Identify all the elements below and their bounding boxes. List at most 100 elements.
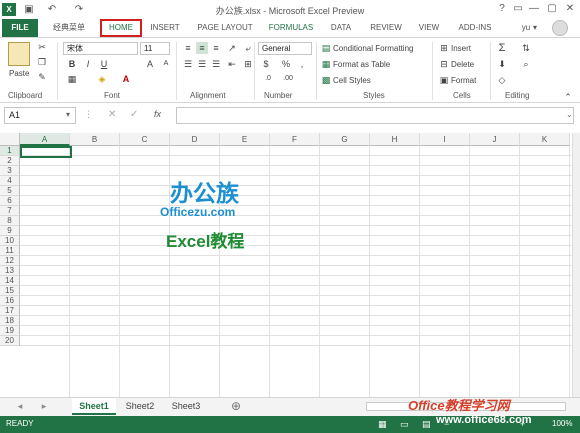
font-name-select[interactable]: 宋体 [63,42,138,55]
row-header-1[interactable]: 1 [0,146,20,156]
column-header-i[interactable]: I [420,133,470,146]
cancel-icon[interactable]: ✕ [108,109,116,120]
row-header-10[interactable]: 10 [0,236,20,246]
row-header-14[interactable]: 14 [0,276,20,286]
tab-file[interactable]: FILE [2,19,38,37]
wrap-text-icon[interactable]: ⤶ [242,42,254,54]
row-header-13[interactable]: 13 [0,266,20,276]
conditional-formatting-button[interactable]: Conditional Formatting [333,42,413,55]
row-header-18[interactable]: 18 [0,316,20,326]
select-all-corner[interactable] [0,133,20,146]
number-format-select[interactable]: General [258,42,312,55]
tab-home[interactable]: HOME [100,19,142,37]
column-header-b[interactable]: B [70,133,120,146]
align-top-icon[interactable]: ≡ [182,42,194,54]
column-header-h[interactable]: H [370,133,420,146]
zoom-level[interactable]: 100% [552,419,572,428]
help-icon[interactable]: ? [494,2,510,16]
row-header-16[interactable]: 16 [0,296,20,306]
format-as-table-button[interactable]: Format as Table [333,58,390,71]
row-header-15[interactable]: 15 [0,286,20,296]
sheet-tab-sheet3[interactable]: Sheet3 [166,398,206,415]
user-dropdown-icon[interactable]: ▾ [530,19,540,37]
font-color-icon[interactable]: A [120,73,132,85]
paste-button[interactable]: Paste [9,67,29,80]
decrease-font-icon[interactable]: A [160,58,172,70]
column-header-d[interactable]: D [170,133,220,146]
borders-icon[interactable]: ▦ [66,73,78,85]
active-cell[interactable] [20,146,72,158]
align-bottom-icon[interactable]: ≡ [210,42,222,54]
enter-icon[interactable]: ✓ [130,109,138,120]
row-header-19[interactable]: 19 [0,326,20,336]
row-header-20[interactable]: 20 [0,336,20,346]
column-header-c[interactable]: C [120,133,170,146]
font-size-select[interactable]: 11 [140,42,170,55]
expand-formula-icon[interactable]: ⌄ [566,110,573,119]
row-header-3[interactable]: 3 [0,166,20,176]
decrease-indent-icon[interactable]: ⇤ [226,58,238,70]
increase-decimal-icon[interactable]: .0 [262,73,274,85]
align-right-icon[interactable]: ☰ [210,58,222,70]
maximize-icon[interactable]: ▢ [544,2,560,16]
percent-icon[interactable]: % [280,58,292,70]
fill-icon[interactable]: ⬇ [496,58,508,70]
sheet-tab-sheet2[interactable]: Sheet2 [120,398,160,415]
tab-classic-menu[interactable]: 经典菜单 [46,19,92,37]
decrease-decimal-icon[interactable]: .00 [282,73,294,85]
close-icon[interactable]: ✕ [562,2,578,16]
row-header-6[interactable]: 6 [0,196,20,206]
page-layout-view-icon[interactable]: ▭ [400,419,409,430]
delete-button[interactable]: Delete [451,58,474,71]
fill-color-icon[interactable]: ◈ [96,73,108,85]
tab-formulas[interactable]: FORMULAS [265,19,317,37]
row-header-11[interactable]: 11 [0,246,20,256]
page-break-view-icon[interactable]: ▤ [422,419,431,430]
underline-icon[interactable]: U [98,58,110,70]
row-header-4[interactable]: 4 [0,176,20,186]
row-header-8[interactable]: 8 [0,216,20,226]
align-center-icon[interactable]: ☰ [196,58,208,70]
column-header-a[interactable]: A [20,133,70,146]
clear-icon[interactable]: ◇ [496,74,508,86]
format-button[interactable]: Format [451,74,476,87]
paste-icon[interactable] [8,42,30,66]
row-header-12[interactable]: 12 [0,256,20,266]
collapse-ribbon-icon[interactable]: ⌃ [562,91,574,103]
bold-icon[interactable]: B [66,58,78,70]
normal-view-icon[interactable]: ▦ [378,419,387,430]
align-middle-icon[interactable]: ≡ [196,42,208,54]
row-header-2[interactable]: 2 [0,156,20,166]
minimize-icon[interactable]: — [526,2,542,16]
sheet-tab-sheet1[interactable]: Sheet1 [72,398,116,415]
worksheet-grid[interactable]: A B C D E F G H I J K 1 2 3 4 5 6 7 8 9 10 11 12 13 14 15 16 17 18 19… [0,133,574,397]
next-sheet-icon[interactable]: ▸ [38,398,50,415]
cut-icon[interactable]: ✂ [36,41,48,53]
row-header-7[interactable]: 7 [0,206,20,216]
format-painter-icon[interactable]: ✎ [36,71,48,83]
prev-sheet-icon[interactable]: ◂ [14,398,26,415]
ribbon-display-icon[interactable]: ▭ [510,2,526,16]
tab-view[interactable]: VIEW [414,19,444,37]
vertical-scrollbar[interactable] [572,133,580,397]
sort-filter-icon[interactable]: ⇅ [520,42,532,54]
currency-icon[interactable]: $ [260,58,272,70]
find-select-icon[interactable]: ⌕ [520,58,532,70]
italic-icon[interactable]: I [82,58,94,70]
column-header-j[interactable]: J [470,133,520,146]
avatar[interactable] [552,20,568,36]
copy-icon[interactable]: ❐ [36,56,48,68]
tab-insert[interactable]: INSERT [146,19,184,37]
column-header-g[interactable]: G [320,133,370,146]
tab-add-ins[interactable]: ADD-INS [452,19,498,37]
new-sheet-icon[interactable]: ⊕ [228,398,244,415]
cell-styles-button[interactable]: Cell Styles [333,74,371,87]
insert-button[interactable]: Insert [451,42,471,55]
align-left-icon[interactable]: ☰ [182,58,194,70]
comma-icon[interactable]: , [296,58,308,70]
row-header-17[interactable]: 17 [0,306,20,316]
tab-review[interactable]: REVIEW [366,19,406,37]
orientation-icon[interactable]: ↗ [226,42,238,54]
column-header-e[interactable]: E [220,133,270,146]
row-header-5[interactable]: 5 [0,186,20,196]
